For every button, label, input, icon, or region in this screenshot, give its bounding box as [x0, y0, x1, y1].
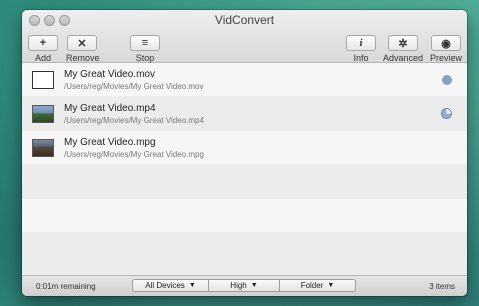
preview-button[interactable]: ◉ Preview: [428, 35, 464, 63]
window-title: VidConvert: [214, 13, 275, 27]
add-button[interactable]: + Add: [28, 35, 58, 63]
file-path: /Users/reg/Movies/My Great Video.mpg: [64, 150, 204, 159]
file-row[interactable]: My Great Video.mpg /Users/reg/Movies/My …: [22, 131, 467, 164]
stop-button[interactable]: ≡ Stop: [130, 35, 160, 63]
file-path: /Users/reg/Movies/My Great Video.mov: [64, 82, 204, 91]
empty-row: [22, 199, 467, 232]
video-thumbnail: [32, 105, 54, 123]
remove-button[interactable]: ✕ Remove: [66, 35, 100, 63]
info-label: Info: [353, 53, 369, 63]
x-icon: ✕: [67, 35, 97, 51]
empty-row: [22, 233, 467, 266]
chevron-down-icon: ▼: [327, 282, 335, 289]
status-bar: 0:01m remaining All Devices ▼ High ▼ Fol…: [22, 275, 467, 296]
titlebar: VidConvert + Add ✕ Remove ≡ Stop i Info …: [22, 10, 467, 63]
destination-popup[interactable]: Folder ▼: [279, 279, 356, 292]
chevron-down-icon: ▼: [250, 282, 258, 289]
gear-icon: ✲: [388, 35, 418, 51]
file-row[interactable]: My Great Video.mov /Users/reg/Movies/My …: [22, 63, 467, 96]
preview-label: Preview: [429, 53, 462, 63]
advanced-label: Advanced: [382, 53, 424, 63]
devices-value: All Devices: [145, 281, 185, 290]
remove-label: Remove: [66, 53, 100, 63]
stop-label: Stop: [135, 53, 155, 63]
file-name: My Great Video.mpg: [64, 137, 156, 148]
file-name: My Great Video.mp4: [64, 103, 156, 114]
stop-icon: ≡: [130, 35, 160, 51]
vidconvert-window: VidConvert + Add ✕ Remove ≡ Stop i Info …: [22, 10, 467, 296]
item-count: 3 items: [429, 282, 455, 291]
queued-status-icon: [442, 75, 452, 85]
progress-pie-icon: [441, 108, 452, 119]
quality-popup[interactable]: High ▼: [208, 279, 280, 292]
plus-icon: +: [28, 35, 58, 51]
info-icon: i: [346, 35, 376, 51]
video-thumbnail: [32, 71, 54, 89]
destination-value: Folder: [300, 281, 324, 290]
file-row[interactable]: My Great Video.mp4 /Users/reg/Movies/My …: [22, 97, 467, 130]
devices-popup[interactable]: All Devices ▼: [132, 279, 209, 292]
add-label: Add: [34, 53, 51, 63]
advanced-button[interactable]: ✲ Advanced: [382, 35, 424, 63]
file-name: My Great Video.mov: [64, 69, 155, 80]
time-remaining: 0:01m remaining: [36, 282, 96, 291]
chevron-down-icon: ▼: [188, 282, 196, 289]
eye-icon: ◉: [431, 35, 461, 51]
file-path: /Users/reg/Movies/My Great Video.mp4: [64, 116, 204, 125]
file-list: My Great Video.mov /Users/reg/Movies/My …: [22, 63, 467, 276]
empty-row: [22, 165, 467, 198]
quality-value: High: [230, 281, 247, 290]
video-thumbnail: [32, 139, 54, 157]
info-button[interactable]: i Info: [345, 35, 377, 63]
